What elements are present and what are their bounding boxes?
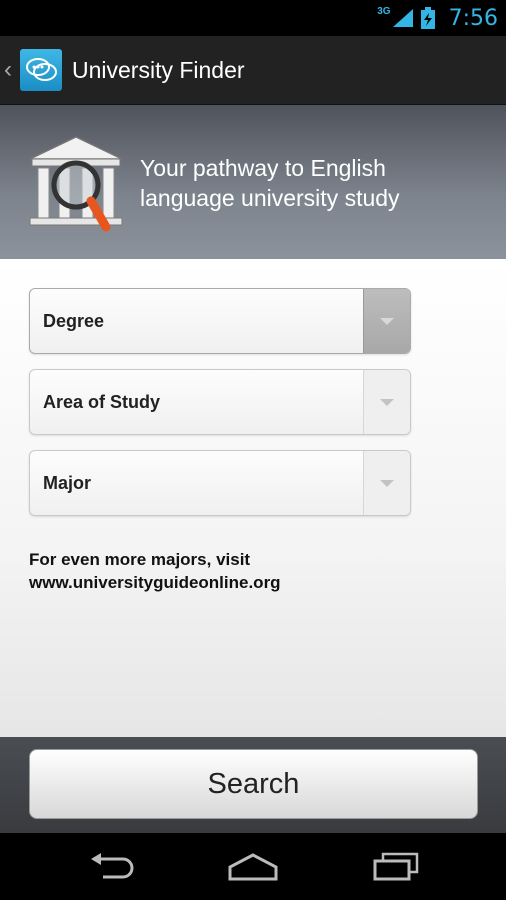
tagline: Your pathway to English language univers… (140, 155, 400, 211)
els-logo-icon[interactable] (20, 49, 62, 91)
degree-dropdown-button[interactable] (363, 289, 410, 353)
more-majors-note: For even more majors, visit www.universi… (29, 548, 469, 594)
recent-apps-icon (373, 852, 419, 881)
home-icon (228, 853, 278, 881)
status-icons: 3G 7:56 (377, 0, 498, 36)
degree-label: Degree (43, 311, 105, 331)
area-of-study-dropdown-button[interactable] (363, 370, 410, 434)
main-content: Degree Area of Study Major For even more… (0, 259, 506, 737)
recent-apps-button[interactable] (366, 845, 426, 889)
banner: Your pathway to English language univers… (0, 105, 506, 259)
university-search-icon (29, 136, 123, 232)
major-dropdown-button[interactable] (363, 451, 410, 515)
speech-bubble-icon (26, 58, 57, 81)
nav-bar (0, 833, 506, 900)
network-type: 3G (377, 5, 391, 17)
area-of-study-dropdown[interactable]: Area of Study (29, 369, 411, 435)
signal-icon (392, 9, 413, 27)
back-button[interactable] (83, 845, 143, 889)
chevron-left-icon[interactable]: ‹ (4, 56, 18, 84)
search-button[interactable]: Search (29, 749, 478, 819)
button-bar: Search (0, 737, 506, 833)
action-bar: ‹ University Finder (0, 36, 506, 105)
clock: 7:56 (448, 5, 498, 31)
chevron-down-icon (380, 479, 394, 487)
home-button[interactable] (223, 845, 283, 889)
chevron-down-icon (380, 317, 394, 325)
degree-dropdown[interactable]: Degree (29, 288, 411, 354)
note-text: For even more majors, visit (29, 550, 251, 569)
chevron-down-icon (380, 398, 394, 406)
area-of-study-label: Area of Study (43, 392, 161, 412)
status-bar: 3G 7:56 (0, 0, 506, 36)
university-guide-link[interactable]: www.universityguideonline.org (29, 571, 469, 594)
major-label: Major (43, 473, 92, 493)
app-title: University Finder (72, 56, 245, 83)
battery-icon (420, 7, 435, 29)
back-icon (91, 853, 134, 879)
major-dropdown[interactable]: Major (29, 450, 411, 516)
